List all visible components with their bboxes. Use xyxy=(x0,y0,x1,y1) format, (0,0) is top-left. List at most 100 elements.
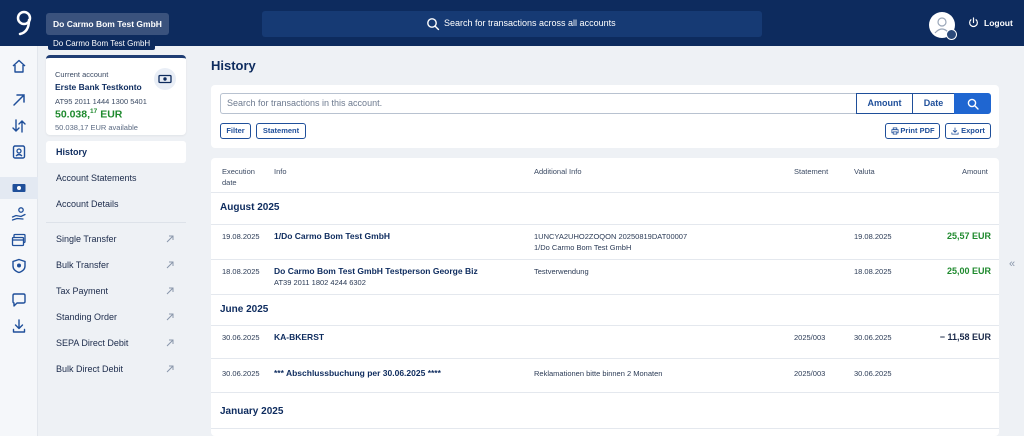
printer-icon xyxy=(891,127,899,135)
row-info: KA-BKERST xyxy=(274,332,325,342)
row-amount: 25,00 EUR xyxy=(946,266,991,276)
header-execution-date[interactable]: Execution date xyxy=(222,166,255,188)
nav-account-details[interactable]: Account Details xyxy=(46,193,186,215)
nav-sepa-direct-debit[interactable]: SEPA Direct Debit xyxy=(46,332,186,354)
row-info-iban: AT39 2011 1802 4244 6302 xyxy=(274,278,366,287)
cash-icon xyxy=(158,74,172,84)
avatar-badge xyxy=(946,29,957,40)
group-heading-august-2025: August 2025 xyxy=(220,202,280,213)
row-additional-info: Testverwendung xyxy=(534,267,589,276)
nav-sepa-direct-debit-label: SEPA Direct Debit xyxy=(56,338,129,348)
row-statement: 2025/003 xyxy=(794,333,826,342)
erste-logo-icon[interactable] xyxy=(14,10,34,36)
row-date: 30.06.2025 xyxy=(222,333,260,342)
download-icon xyxy=(951,127,959,135)
page-title: History xyxy=(211,58,256,73)
arrow-up-right-icon xyxy=(166,339,174,347)
balance-main: 50.038, xyxy=(55,108,91,121)
account-iban: AT95 2011 1444 1300 5401 xyxy=(55,97,147,106)
nav-tax-payment-label: Tax Payment xyxy=(56,286,109,296)
row-valuta: 30.06.2025 xyxy=(854,333,892,342)
collapse-panel-icon[interactable]: « xyxy=(1009,258,1015,270)
export-label: Export xyxy=(961,126,985,135)
row-valuta: 19.08.2025 xyxy=(854,232,892,241)
current-account-card[interactable]: Current account Erste Bank Testkonto AT9… xyxy=(46,55,186,135)
global-search-placeholder: Search for transactions across all accou… xyxy=(444,18,616,28)
arrow-up-right-icon[interactable] xyxy=(11,92,27,108)
transfer-icon[interactable] xyxy=(11,118,27,134)
nav-bulk-direct-debit[interactable]: Bulk Direct Debit xyxy=(46,358,186,380)
nav-standing-order-label: Standing Order xyxy=(56,312,118,322)
account-name: Erste Bank Testkonto xyxy=(55,82,142,92)
account-cash-badge xyxy=(154,68,176,90)
row-divider xyxy=(211,358,999,359)
row-additional-info: 1UNCYA2UHO2ZOQON 20250819DAT00007 1/Do Ca… xyxy=(534,231,687,253)
nav-account-statements[interactable]: Account Statements xyxy=(46,167,186,189)
balance-currency: EUR xyxy=(97,108,123,121)
logout-label: Logout xyxy=(984,17,1013,28)
nav-tax-payment[interactable]: Tax Payment xyxy=(46,280,186,302)
row-divider xyxy=(211,392,999,393)
nav-bulk-transfer-label: Bulk Transfer xyxy=(56,260,110,270)
chat-icon[interactable] xyxy=(11,292,27,308)
row-additional-info: Reklamationen bitte binnen 2 Monaten xyxy=(534,369,663,378)
row-valuta: 30.06.2025 xyxy=(854,369,892,378)
transactions-table xyxy=(211,158,999,436)
amount-button[interactable]: Amount xyxy=(856,93,913,114)
row-divider xyxy=(211,259,999,260)
home-icon[interactable] xyxy=(11,58,27,74)
avatar[interactable] xyxy=(929,12,957,40)
header-statement: Statement xyxy=(794,167,829,176)
nav-standing-order[interactable]: Standing Order xyxy=(46,306,186,328)
company-tooltip: Do Carmo Bom Test GmbH xyxy=(48,38,156,50)
logout-button[interactable]: Logout xyxy=(968,17,1013,28)
search-icon xyxy=(967,98,979,110)
hand-coin-icon[interactable] xyxy=(11,206,27,222)
nav-history[interactable]: History xyxy=(46,141,186,163)
shield-icon[interactable] xyxy=(11,258,27,274)
row-info: 1/Do Carmo Bom Test GmbH xyxy=(274,231,391,241)
power-icon xyxy=(969,17,978,28)
nav-single-transfer-label: Single Transfer xyxy=(56,234,117,244)
account-search-input[interactable]: Search for transactions in this account. xyxy=(220,93,856,114)
print-pdf-button[interactable]: Print PDF xyxy=(885,123,940,139)
arrow-up-right-icon xyxy=(166,287,174,295)
global-search-input[interactable]: Search for transactions across all accou… xyxy=(262,11,762,37)
header-amount: Amount xyxy=(962,167,988,176)
row-amount: − 11,58 EUR xyxy=(939,332,991,342)
company-switcher[interactable]: Do Carmo Bom Test GmbH xyxy=(46,13,169,35)
cash-icon[interactable] xyxy=(11,180,27,196)
row-date: 18.08.2025 xyxy=(222,267,260,276)
row-divider xyxy=(211,294,999,295)
nav-single-transfer[interactable]: Single Transfer xyxy=(46,228,186,250)
header-execution-date-line2: date xyxy=(222,178,237,187)
arrow-up-right-icon xyxy=(166,235,174,243)
header-divider xyxy=(211,192,999,193)
row-statement: 2025/003 xyxy=(794,369,826,378)
search-button[interactable] xyxy=(954,93,991,114)
contacts-icon[interactable] xyxy=(11,144,27,160)
row-valuta: 18.08.2025 xyxy=(854,267,892,276)
row-info: Do Carmo Bom Test GmbH Testperson George… xyxy=(274,266,478,288)
row-divider xyxy=(211,428,999,429)
nav-bulk-transfer[interactable]: Bulk Transfer xyxy=(46,254,186,276)
date-button[interactable]: Date xyxy=(912,93,955,114)
print-pdf-label: Print PDF xyxy=(900,126,935,135)
header-valuta: Valuta xyxy=(854,167,875,176)
header-execution-date-line1: Execution xyxy=(222,167,255,176)
nav-bulk-direct-debit-label: Bulk Direct Debit xyxy=(56,364,124,374)
row-divider xyxy=(211,224,999,225)
row-date: 19.08.2025 xyxy=(222,232,260,241)
download-icon[interactable] xyxy=(11,318,27,334)
header-info: Info xyxy=(274,167,287,176)
row-info: *** Abschlussbuchung per 30.06.2025 **** xyxy=(274,368,441,378)
search-icon xyxy=(427,18,440,31)
filter-button[interactable]: Filter xyxy=(220,123,251,139)
account-type-label: Current account xyxy=(55,70,109,79)
export-button[interactable]: Export xyxy=(945,123,991,139)
statement-button[interactable]: Statement xyxy=(256,123,306,139)
cards-icon[interactable] xyxy=(11,232,27,248)
group-heading-june-2025: June 2025 xyxy=(220,304,269,315)
row-amount: 25,57 EUR xyxy=(946,231,991,241)
nav-divider xyxy=(46,222,186,223)
